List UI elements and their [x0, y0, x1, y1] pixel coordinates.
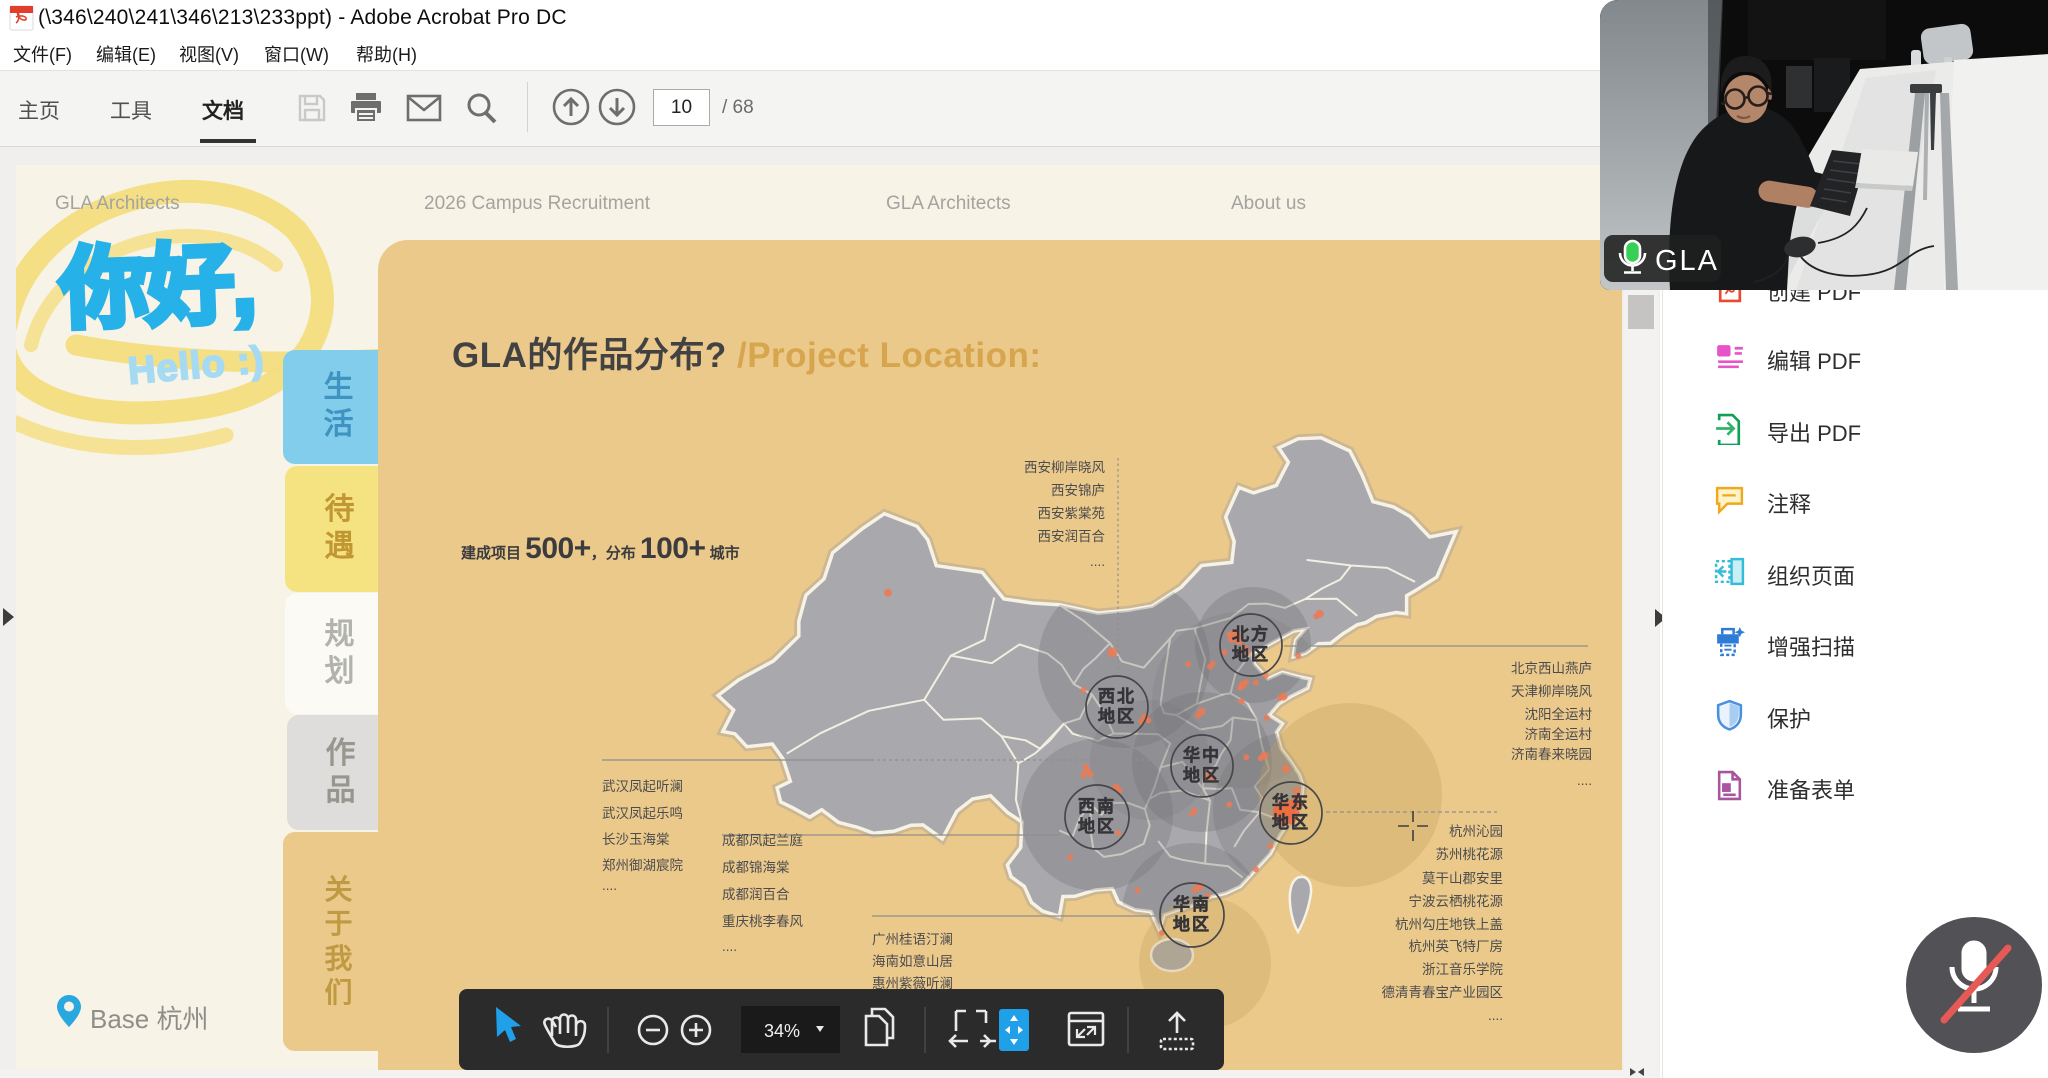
svg-text:西安柳岸晓风: 西安柳岸晓风: [1024, 460, 1105, 475]
svg-text:西北: 西北: [1098, 687, 1136, 706]
svg-text:武汉凤起乐鸣: 武汉凤起乐鸣: [602, 805, 683, 821]
svg-text:西安锦庐: 西安锦庐: [1051, 483, 1105, 498]
svg-text:杭州沁园: 杭州沁园: [1449, 824, 1503, 839]
svg-text:华中: 华中: [1183, 745, 1221, 765]
svg-text:34%: 34%: [764, 1021, 800, 1041]
svg-text:济南全运村: 济南全运村: [1525, 726, 1593, 742]
svg-text:地区: 地区: [1078, 816, 1116, 836]
svg-text:地区: 地区: [1098, 706, 1136, 726]
svg-text:....: ....: [1488, 1008, 1503, 1023]
svg-text:成都凤起兰庭: 成都凤起兰庭: [722, 832, 803, 848]
svg-text:西南: 西南: [1078, 796, 1116, 816]
svg-text:....: ....: [722, 939, 737, 954]
svg-text:浙江音乐学院: 浙江音乐学院: [1422, 961, 1503, 977]
svg-text:西安紫棠苑: 西安紫棠苑: [1038, 506, 1106, 521]
svg-text:华东: 华东: [1272, 792, 1310, 812]
svg-text:沈阳全运村: 沈阳全运村: [1525, 706, 1593, 722]
svg-text:广州桂语汀澜: 广州桂语汀澜: [872, 932, 953, 947]
svg-text:....: ....: [1577, 773, 1592, 788]
svg-text:郑州御湖宸院: 郑州御湖宸院: [602, 857, 683, 873]
svg-text:杭州勾庄地铁上盖: 杭州勾庄地铁上盖: [1395, 916, 1503, 932]
svg-text:北方: 北方: [1232, 624, 1270, 644]
svg-text:苏州桃花源: 苏州桃花源: [1436, 847, 1504, 862]
svg-text:地区: 地区: [1232, 644, 1270, 664]
svg-text:华南: 华南: [1173, 894, 1211, 914]
svg-text:北京西山燕庐: 北京西山燕庐: [1511, 661, 1592, 676]
svg-text:海南如意山居: 海南如意山居: [872, 953, 953, 969]
svg-text:长沙玉海棠: 长沙玉海棠: [602, 832, 670, 847]
svg-text:天津柳岸晓风: 天津柳岸晓风: [1511, 684, 1592, 699]
svg-text:杭州英飞特厂房: 杭州英飞特厂房: [1409, 938, 1504, 954]
svg-text:莫干山郡安里: 莫干山郡安里: [1422, 871, 1503, 886]
svg-text:西安润百合: 西安润百合: [1038, 529, 1106, 544]
svg-text:....: ....: [602, 878, 617, 893]
svg-text:地区: 地区: [1173, 914, 1211, 934]
svg-text:武汉凤起听澜: 武汉凤起听澜: [602, 779, 683, 794]
svg-text:德清青春宝产业园区: 德清青春宝产业园区: [1382, 985, 1504, 1000]
svg-text:宁波云栖桃花源: 宁波云栖桃花源: [1409, 893, 1504, 909]
svg-text:....: ....: [1090, 554, 1105, 569]
svg-text:成都锦海棠: 成都锦海棠: [722, 860, 790, 875]
svg-text:济南春来晓园: 济南春来晓园: [1511, 747, 1592, 762]
svg-text:成都润百合: 成都润百合: [722, 887, 790, 902]
svg-text:地区: 地区: [1183, 765, 1221, 785]
svg-text:GLA: GLA: [1655, 245, 1719, 277]
svg-text:地区: 地区: [1272, 812, 1310, 832]
svg-text:重庆桃李春风: 重庆桃李春风: [722, 914, 803, 929]
